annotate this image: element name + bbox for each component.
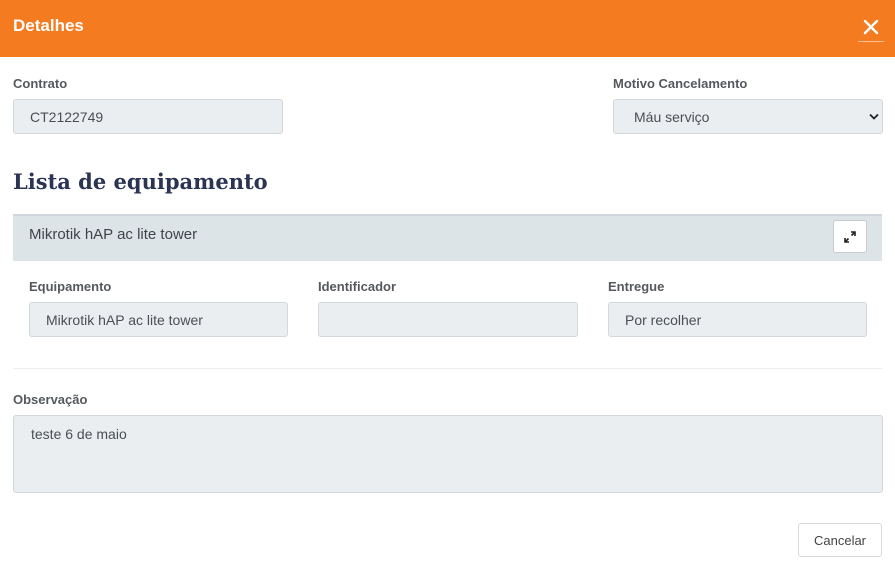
cancel-reason-label: Motivo Cancelamento [613,76,748,91]
cancel-reason-value: Máu serviço [634,108,710,125]
contract-label: Contrato [13,76,68,91]
equipment-field[interactable]: Mikrotik hAP ac lite tower [29,302,288,337]
observation-textarea[interactable]: teste 6 de maio [13,415,883,493]
identifier-field[interactable] [318,302,578,337]
close-icon [863,19,879,35]
equipment-label: Equipamento [29,279,112,294]
equipment-value: Mikrotik hAP ac lite tower [46,311,203,328]
chevron-down-icon [869,113,879,120]
delivered-field[interactable]: Por recolher [608,302,867,337]
expand-button[interactable] [833,220,867,253]
delivered-value: Por recolher [625,311,702,328]
equipment-item-title: Mikrotik hAP ac lite tower [29,226,198,243]
modal-header: Detalhes [0,0,895,57]
observation-label: Observação [13,392,88,407]
close-button[interactable] [858,13,884,42]
section-divider [13,368,882,369]
cancel-reason-select[interactable]: Máu serviço [613,99,883,134]
delivered-label: Entregue [608,279,665,294]
identifier-label: Identificador [318,279,397,294]
contract-field[interactable]: CT2122749 [13,99,283,134]
modal-title: Detalhes [13,16,84,35]
equipment-item-header: Mikrotik hAP ac lite tower [13,214,882,261]
expand-icon [844,230,856,243]
equipment-section-title: Lista de equipamento [13,169,268,194]
observation-value: teste 6 de maio [31,426,127,442]
contract-value: CT2122749 [30,108,104,125]
cancel-button[interactable]: Cancelar [798,523,882,557]
